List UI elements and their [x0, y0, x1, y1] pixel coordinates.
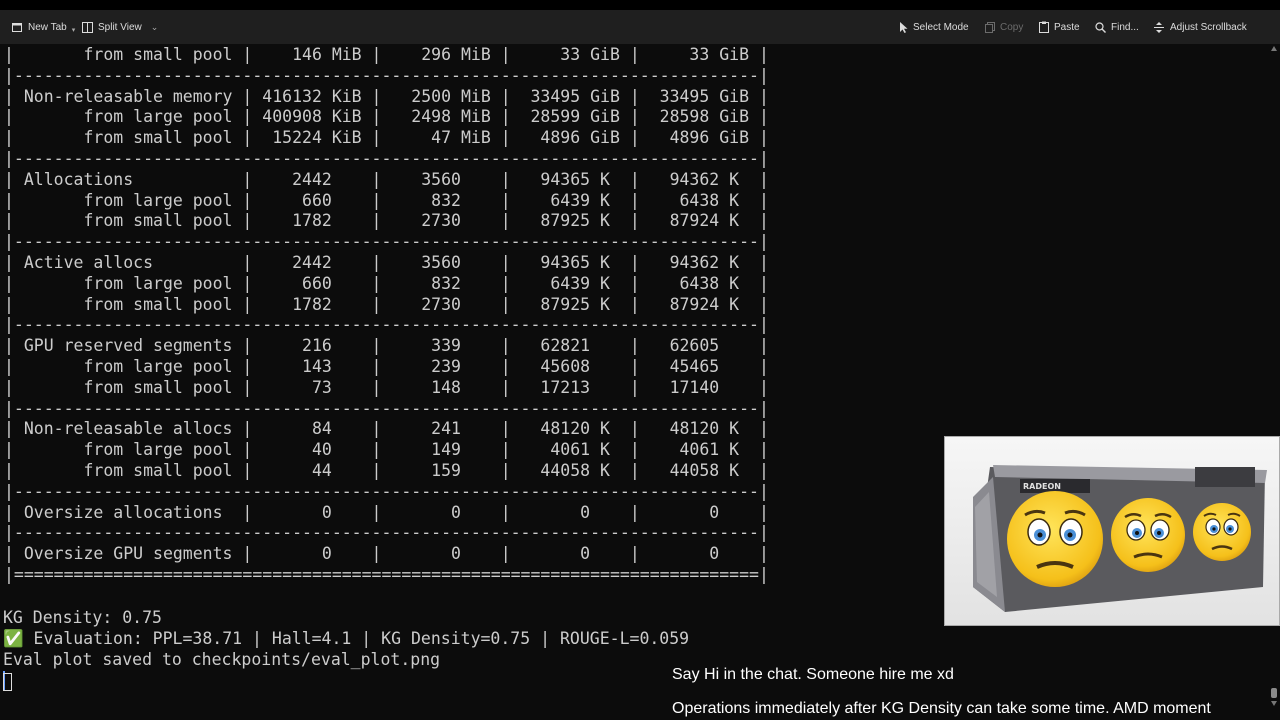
chevron-down-icon[interactable]: ⌄	[151, 22, 159, 33]
worried-face-emoji-large	[1007, 491, 1103, 587]
new-tab-icon	[12, 22, 23, 33]
scroll-down-arrow-icon[interactable]	[1271, 701, 1277, 706]
adjust-scrollback-icon	[1153, 21, 1165, 33]
terminal-line: | from small pool | 44 | 159 | 44058 K |…	[4, 461, 769, 480]
webcam-overlay: RADEON	[944, 436, 1280, 626]
terminal-line: | from small pool | 15224 KiB | 47 MiB |…	[4, 128, 769, 148]
terminal-line: |---------------------------------------…	[4, 315, 769, 335]
copy-icon	[985, 21, 995, 33]
find-label: Find...	[1111, 21, 1139, 33]
terminal-line: |---------------------------------------…	[4, 398, 769, 418]
terminal-line: | Allocations | 2442 | 3560 | 94365 K | …	[4, 169, 769, 189]
terminal-line: | from large pool | 660 | 832 | 6439 K |…	[4, 273, 769, 293]
new-tab-button[interactable]: New Tab ▾	[12, 10, 75, 44]
gpu-image: RADEON	[945, 437, 1279, 625]
terminal-line: | Oversize GPU segments | 0 | 0 | 0 | 0 …	[4, 544, 769, 564]
terminal-line: |---------------------------------------…	[4, 481, 769, 501]
terminal-line: | from small pool | 73 | 148 | 17213 | 1…	[4, 377, 769, 397]
terminal-line: | from small pool | 1782 | 2730 | 87925 …	[4, 211, 769, 231]
terminal-line: KG Density: 0.75	[3, 608, 162, 627]
terminal-line: | from large pool | 400908 KiB | 2498 Mi…	[4, 107, 769, 127]
ticker-message-overlay: Operations immediately after KG Density …	[672, 700, 1211, 717]
adjust-scrollback-button[interactable]: Adjust Scrollback	[1153, 10, 1247, 44]
terminal-line: | Non-releasable memory | 416132 KiB | 2…	[4, 86, 769, 106]
terminal-line: |---------------------------------------…	[4, 65, 769, 85]
terminal-line: | from large pool | 40 | 149 | 4061 K | …	[4, 440, 769, 460]
terminal-line: | from large pool | 143 | 239 | 45608 | …	[4, 357, 769, 376]
adjust-scrollback-label: Adjust Scrollback	[1170, 21, 1247, 33]
terminal-line: | from small pool | 1782 | 2730 | 87925 …	[4, 294, 769, 314]
terminal-line: | Non-releasable allocs | 84 | 241 | 481…	[4, 419, 769, 439]
copy-button[interactable]: Copy	[985, 10, 1023, 44]
paste-label: Paste	[1054, 21, 1080, 33]
terminal-line: |---------------------------------------…	[4, 523, 769, 543]
split-view-button[interactable]: Split View ⌄	[82, 10, 158, 44]
find-button[interactable]: Find...	[1095, 10, 1139, 44]
terminal-line: | from large pool | 660 | 832 | 6439 K |…	[4, 190, 769, 210]
terminal-toolbar: New Tab ▾ Split View ⌄ Select Mode Copy …	[0, 0, 1280, 44]
chat-message-overlay: Say Hi in the chat. Someone hire me xd	[672, 666, 954, 683]
terminal-line: | Oversize allocations | 0 | 0 | 0 | 0 |	[4, 502, 769, 522]
gpu-brand-text: RADEON	[1023, 482, 1061, 491]
terminal-line: | Active allocs | 2442 | 3560 | 94365 K …	[4, 253, 769, 272]
terminal-line: |=======================================…	[4, 565, 769, 584]
scroll-up-arrow-icon[interactable]	[1271, 46, 1277, 51]
clipboard-icon	[1039, 21, 1049, 33]
split-view-label: Split View	[98, 21, 142, 33]
terminal-cursor	[3, 673, 12, 691]
terminal-line: |---------------------------------------…	[4, 149, 769, 168]
terminal-line: |---------------------------------------…	[4, 232, 769, 252]
split-view-icon	[82, 21, 93, 33]
search-icon	[1095, 21, 1106, 33]
cursor-arrow-icon	[899, 21, 908, 33]
terminal-line: Eval plot saved to checkpoints/eval_plot…	[3, 650, 441, 669]
select-mode-label: Select Mode	[913, 21, 969, 33]
terminal-line: ✅ Evaluation: PPL=38.71 | Hall=4.1 | KG …	[3, 629, 690, 648]
worried-face-emoji-small	[1193, 503, 1251, 561]
terminal-line: | from small pool | 146 MiB | 296 MiB | …	[4, 45, 769, 64]
new-tab-label: New Tab	[28, 21, 67, 33]
worried-face-emoji-medium	[1111, 498, 1185, 572]
select-mode-button[interactable]: Select Mode	[899, 10, 969, 44]
terminal-line: | GPU reserved segments | 216 | 339 | 62…	[4, 336, 769, 356]
copy-label: Copy	[1000, 21, 1024, 33]
paste-button[interactable]: Paste	[1039, 10, 1080, 44]
chevron-down-icon[interactable]: ▾	[72, 26, 76, 34]
scroll-thumb[interactable]	[1271, 688, 1277, 698]
